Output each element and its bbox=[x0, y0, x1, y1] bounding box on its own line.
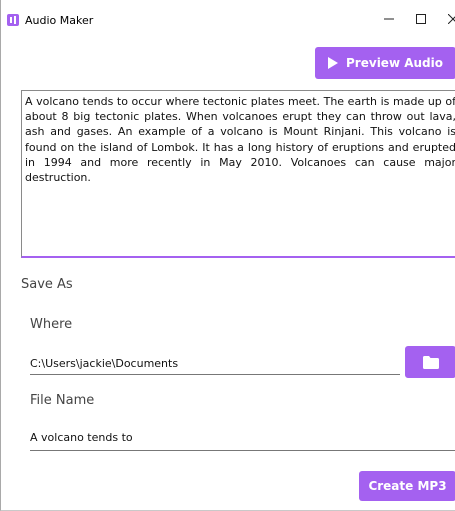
file-name-label: File Name bbox=[30, 393, 95, 408]
folder-icon bbox=[422, 355, 439, 369]
window-title: Audio Maker bbox=[25, 14, 94, 27]
preview-audio-button[interactable]: Preview Audio bbox=[315, 47, 455, 79]
create-mp3-button[interactable]: Create MP3 bbox=[359, 471, 455, 501]
audio-maker-app-icon bbox=[7, 14, 19, 26]
play-icon bbox=[328, 57, 339, 69]
file-name-field[interactable]: A volcano tends to bbox=[30, 427, 455, 451]
where-label: Where bbox=[30, 317, 73, 332]
audio-maker-window: Audio Maker Preview Audio A volcano tend… bbox=[0, 0, 455, 511]
minimize-icon bbox=[384, 18, 394, 20]
text-input-area[interactable]: A volcano tends to occur where tectonic … bbox=[21, 90, 455, 258]
preview-audio-label: Preview Audio bbox=[346, 56, 443, 70]
close-button[interactable] bbox=[433, 0, 455, 38]
where-field[interactable]: C:\Users\jackie\Documents bbox=[30, 353, 400, 375]
save-as-heading: Save As bbox=[21, 277, 73, 292]
close-icon bbox=[448, 14, 455, 24]
title-bar[interactable]: Audio Maker bbox=[1, 0, 455, 38]
browse-folder-button[interactable] bbox=[405, 346, 455, 378]
maximize-icon bbox=[416, 14, 426, 24]
